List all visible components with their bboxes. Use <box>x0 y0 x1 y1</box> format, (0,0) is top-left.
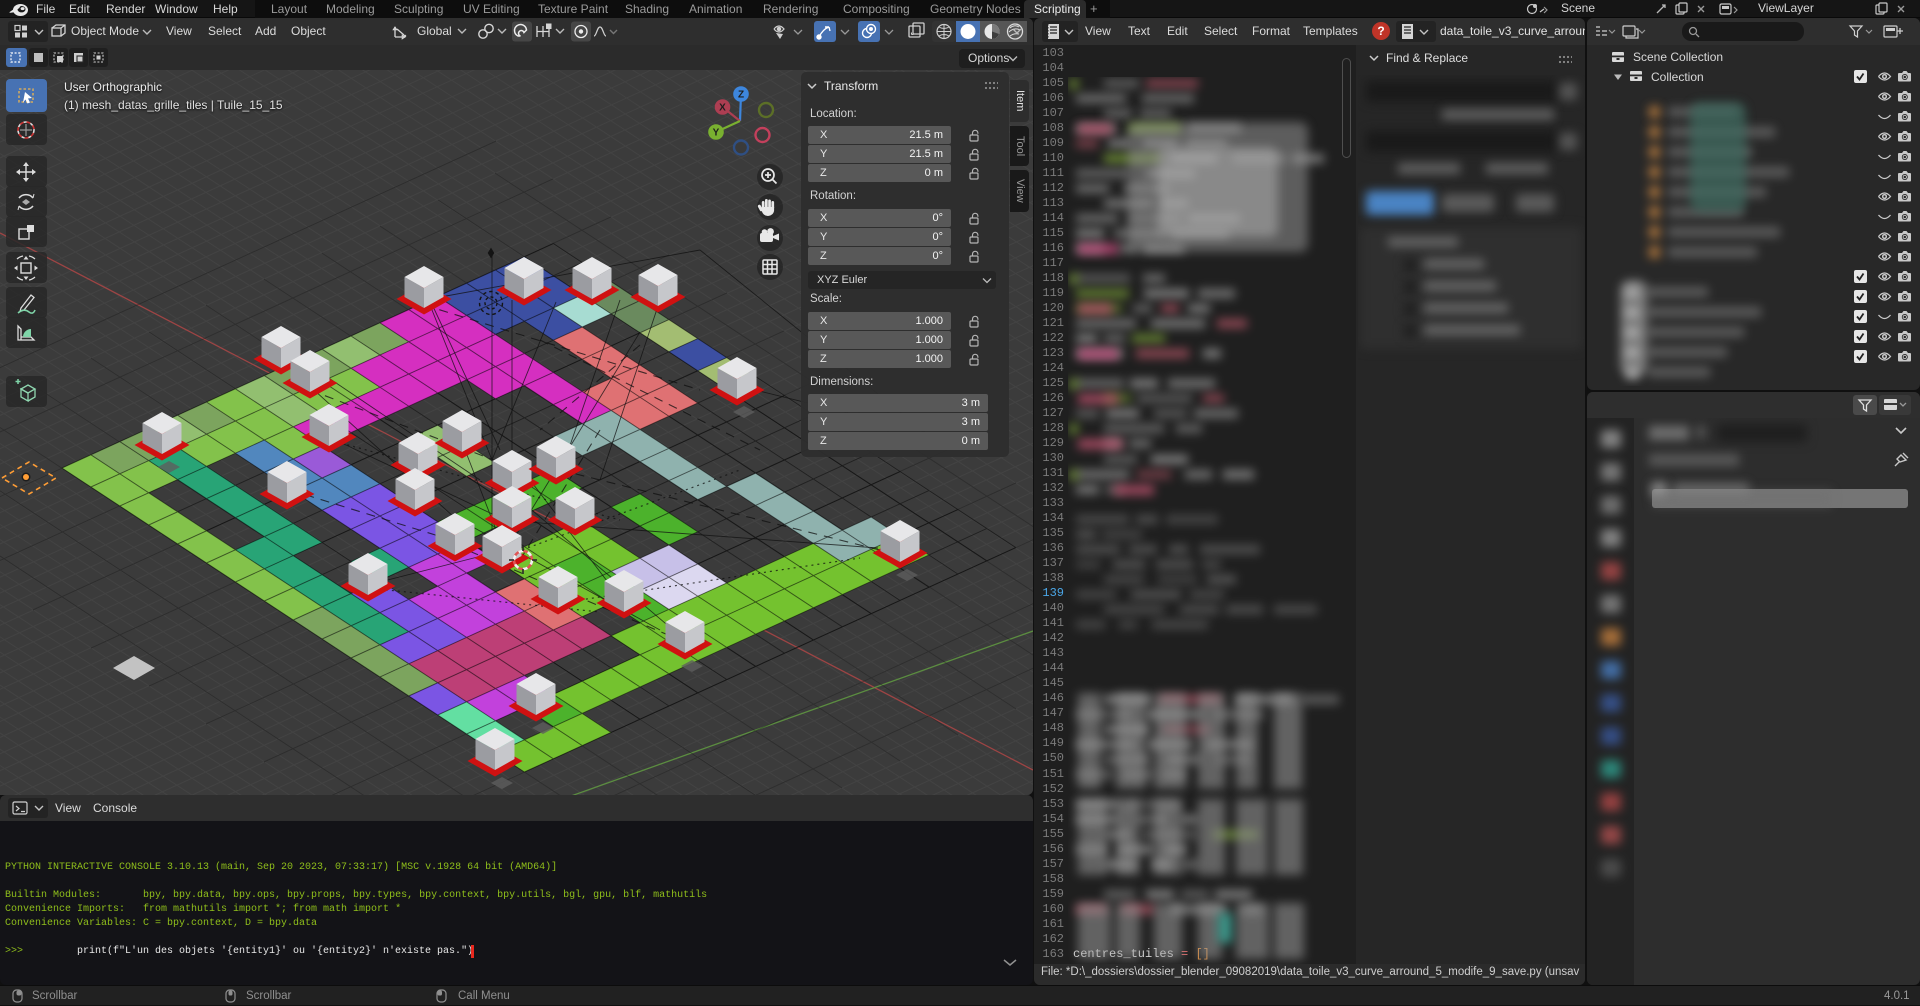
svg-text:X: X <box>719 103 726 114</box>
svg-text:Y: Y <box>713 128 720 139</box>
svg-text:Z: Z <box>738 90 744 101</box>
